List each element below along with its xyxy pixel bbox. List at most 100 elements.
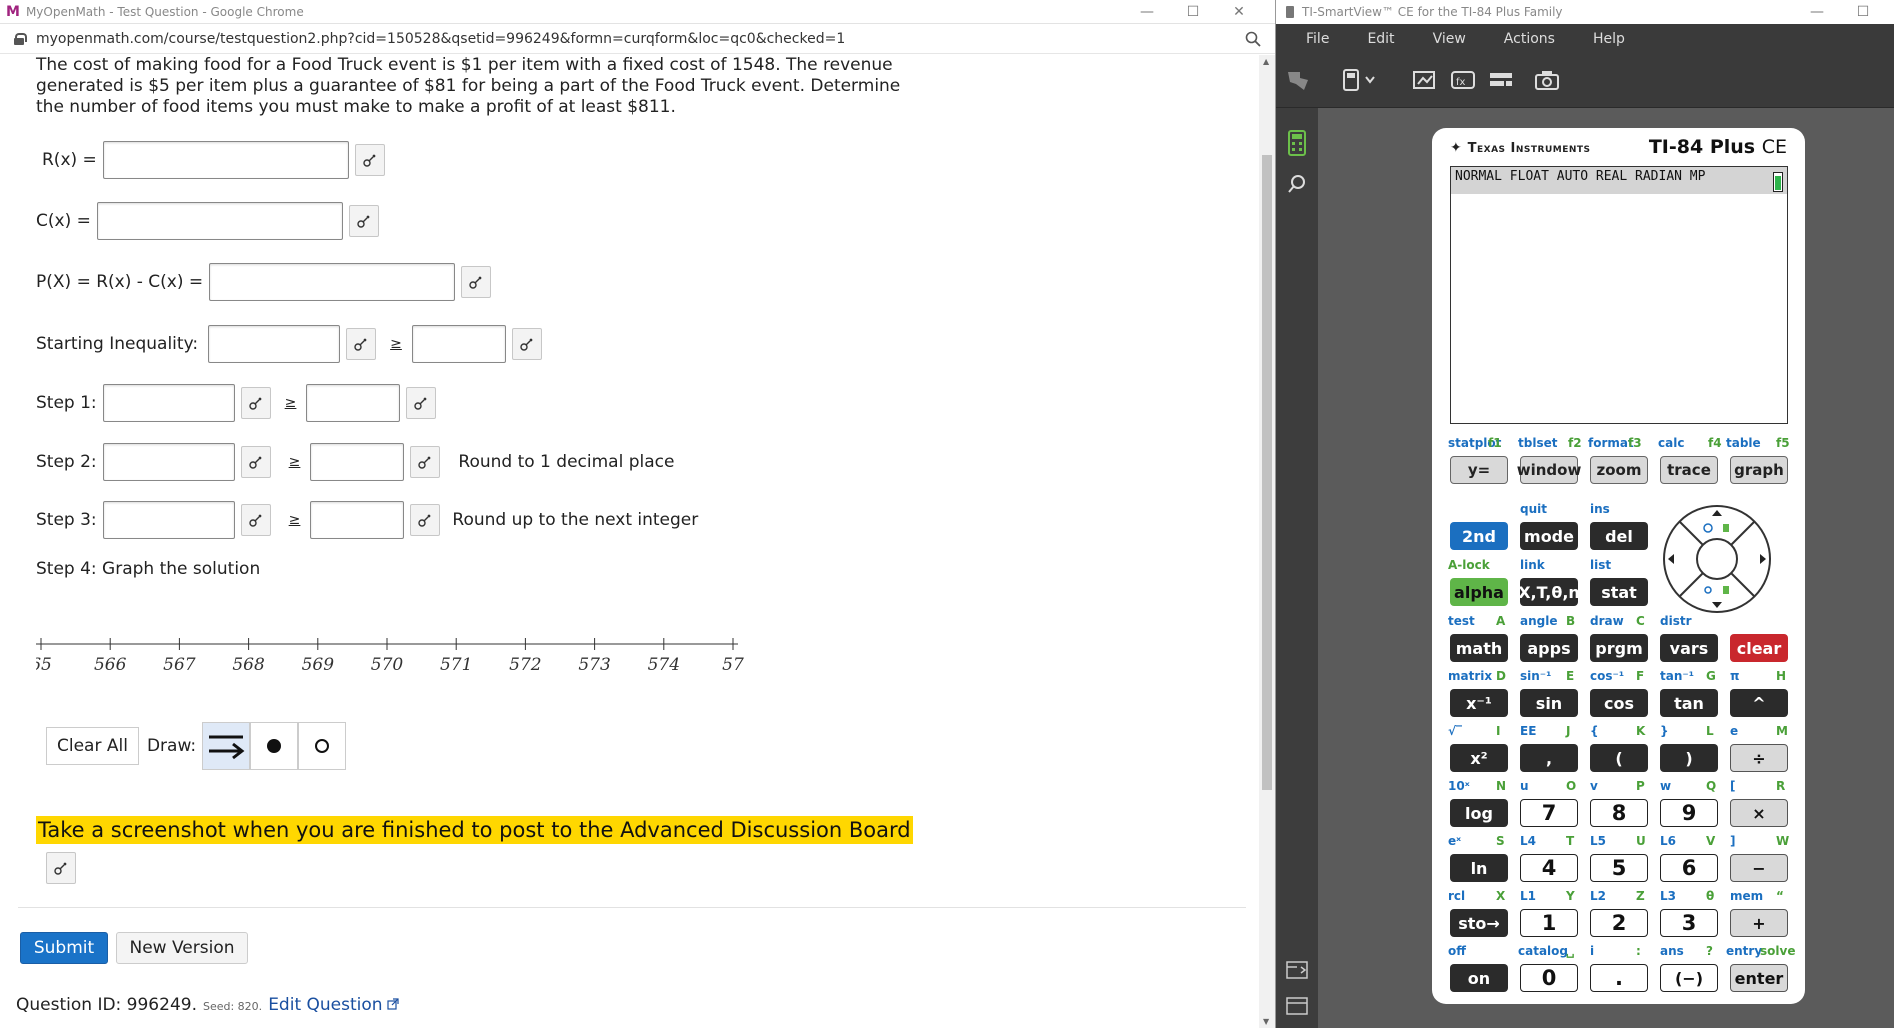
key-graph-button[interactable]: graph [1730, 456, 1788, 484]
menu-edit[interactable]: Edit [1367, 31, 1394, 47]
key-xtn-button[interactable]: X,T,θ,n [1518, 578, 1580, 606]
calculator-select-icon[interactable] [1342, 68, 1382, 92]
address-bar[interactable]: myopenmath.com/course/testquestion2.php?… [0, 24, 1275, 54]
math-keyboard-button[interactable] [410, 446, 441, 478]
menu-view[interactable]: View [1433, 31, 1466, 47]
key-cos-button[interactable]: cos [1590, 689, 1648, 717]
key-zoom-button[interactable]: zoom [1590, 456, 1648, 484]
key-comma-button[interactable]: , [1520, 744, 1578, 772]
menu-actions[interactable]: Actions [1504, 31, 1555, 47]
step1-right-input[interactable] [306, 384, 401, 422]
closed-dot-tool-button[interactable] [250, 722, 299, 770]
key-decimal-button[interactable]: . [1590, 964, 1648, 992]
step3-left-input[interactable] [102, 501, 235, 539]
calculator-icon[interactable] [1287, 130, 1307, 156]
key-subtract-button[interactable]: − [1730, 854, 1788, 882]
math-keyboard-button[interactable] [410, 504, 441, 536]
key-5-button[interactable]: 5 [1590, 854, 1648, 882]
key-sin-button[interactable]: sin [1520, 689, 1578, 717]
math-keyboard-button[interactable] [240, 387, 271, 419]
menu-file[interactable]: File [1306, 31, 1329, 47]
menu-help[interactable]: Help [1593, 31, 1625, 47]
screen-capture-icon[interactable] [1412, 68, 1438, 92]
key-enter-button[interactable]: enter [1730, 964, 1788, 992]
key-9-button[interactable]: 9 [1660, 799, 1718, 827]
revenue-input[interactable] [102, 141, 349, 179]
key-tan-button[interactable]: tan [1660, 689, 1718, 717]
step3-right-input[interactable] [310, 501, 405, 539]
scroll-up-icon[interactable]: ▲ [1263, 57, 1269, 66]
maximize-icon[interactable]: ☐ [1170, 0, 1216, 24]
step2-left-input[interactable] [102, 443, 235, 481]
scroll-down-icon[interactable]: ▼ [1263, 1017, 1269, 1026]
edit-question-link[interactable]: Edit Question [268, 995, 382, 1015]
step2-right-input[interactable] [310, 443, 405, 481]
scroll-thumb[interactable] [1262, 155, 1272, 790]
key-window-button[interactable]: window [1517, 456, 1581, 484]
camera-icon[interactable] [1534, 68, 1560, 92]
key-3-button[interactable]: 3 [1660, 909, 1718, 937]
key-4-button[interactable]: 4 [1520, 854, 1578, 882]
profit-input[interactable] [209, 263, 456, 301]
key-apps-button[interactable]: apps [1520, 634, 1578, 662]
open-dot-tool-button[interactable] [298, 722, 347, 770]
key-vars-button[interactable]: vars [1660, 634, 1718, 662]
number-line-graph[interactable]: 65 566 567 568 569 570 571 572 573 574 57 [36, 630, 746, 690]
math-keyboard-button[interactable] [240, 504, 271, 536]
key-alpha-button[interactable]: alpha [1450, 578, 1508, 606]
key-2nd-button[interactable]: 2nd [1450, 522, 1508, 550]
inequality-left-input[interactable] [208, 325, 341, 363]
key-1-button[interactable]: 1 [1520, 909, 1578, 937]
math-keyboard-button[interactable] [406, 387, 437, 419]
submit-button[interactable]: Submit [20, 932, 108, 964]
calculator-screen[interactable]: NORMAL FLOAT AUTO REAL RADIAN MP [1450, 166, 1788, 424]
key-8-button[interactable]: 8 [1590, 799, 1648, 827]
key-y-button[interactable]: y= [1450, 456, 1508, 484]
clear-all-button[interactable]: Clear All [46, 727, 139, 765]
math-keyboard-button[interactable] [461, 266, 492, 298]
key-divide-button[interactable]: ÷ [1730, 744, 1788, 772]
key-trace-button[interactable]: trace [1660, 456, 1718, 484]
key-inverse-button[interactable]: x⁻¹ [1450, 689, 1508, 717]
minimize-icon[interactable]: — [1794, 0, 1840, 24]
math-keyboard-button[interactable] [240, 446, 271, 478]
new-version-button[interactable]: New Version [116, 932, 248, 964]
close-icon[interactable]: ✕ [1216, 0, 1262, 24]
zoom-icon[interactable] [1245, 31, 1261, 47]
key-negative-button[interactable]: (−) [1660, 964, 1718, 992]
key-6-button[interactable]: 6 [1660, 854, 1718, 882]
math-keyboard-button[interactable] [346, 328, 377, 360]
direction-pad[interactable] [1662, 504, 1772, 614]
key-on-button[interactable]: on [1450, 964, 1508, 992]
search-icon[interactable] [1287, 174, 1307, 194]
key-log-button[interactable]: log [1450, 799, 1508, 827]
external-link-icon[interactable] [386, 998, 399, 1010]
page-scrollbar[interactable]: ▲ ▼ [1259, 55, 1275, 1028]
expand-panel-icon[interactable] [1285, 960, 1309, 980]
key-lparen-button[interactable]: ( [1590, 744, 1648, 772]
key-multiply-button[interactable]: × [1730, 799, 1788, 827]
panel-layout-icon[interactable] [1285, 996, 1309, 1016]
math-keyboard-button[interactable] [46, 852, 76, 884]
ray-tool-button[interactable] [202, 722, 251, 770]
key-rparen-button[interactable]: ) [1660, 744, 1718, 772]
math-keyboard-button[interactable] [511, 328, 542, 360]
step1-left-input[interactable] [102, 384, 235, 422]
key-7-button[interactable]: 7 [1520, 799, 1578, 827]
key-ln-button[interactable]: ln [1450, 854, 1508, 882]
math-keyboard-button[interactable] [348, 205, 379, 237]
ti-logo-icon[interactable] [1286, 68, 1310, 92]
key-prgm-button[interactable]: prgm [1590, 634, 1648, 662]
maximize-icon[interactable]: ☐ [1840, 0, 1886, 24]
key-math-button[interactable]: math [1450, 634, 1508, 662]
key-del-button[interactable]: del [1590, 522, 1648, 550]
inequality-right-input[interactable] [411, 325, 506, 363]
minimize-icon[interactable]: — [1124, 0, 1170, 24]
key-add-button[interactable]: + [1730, 909, 1788, 937]
key-power-button[interactable]: ^ [1730, 689, 1788, 717]
key-0-button[interactable]: 0 [1520, 964, 1578, 992]
view-layout-icon[interactable] [1488, 68, 1514, 92]
key-clear-button[interactable]: clear [1730, 634, 1788, 662]
cost-input[interactable] [96, 202, 343, 240]
key-square-button[interactable]: x² [1450, 744, 1508, 772]
